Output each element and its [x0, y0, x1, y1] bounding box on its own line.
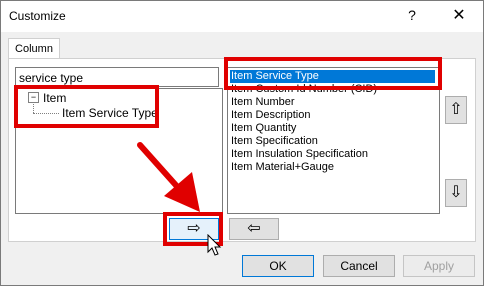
annotation-arrow	[137, 142, 200, 212]
mouse-cursor-icon	[207, 234, 222, 256]
